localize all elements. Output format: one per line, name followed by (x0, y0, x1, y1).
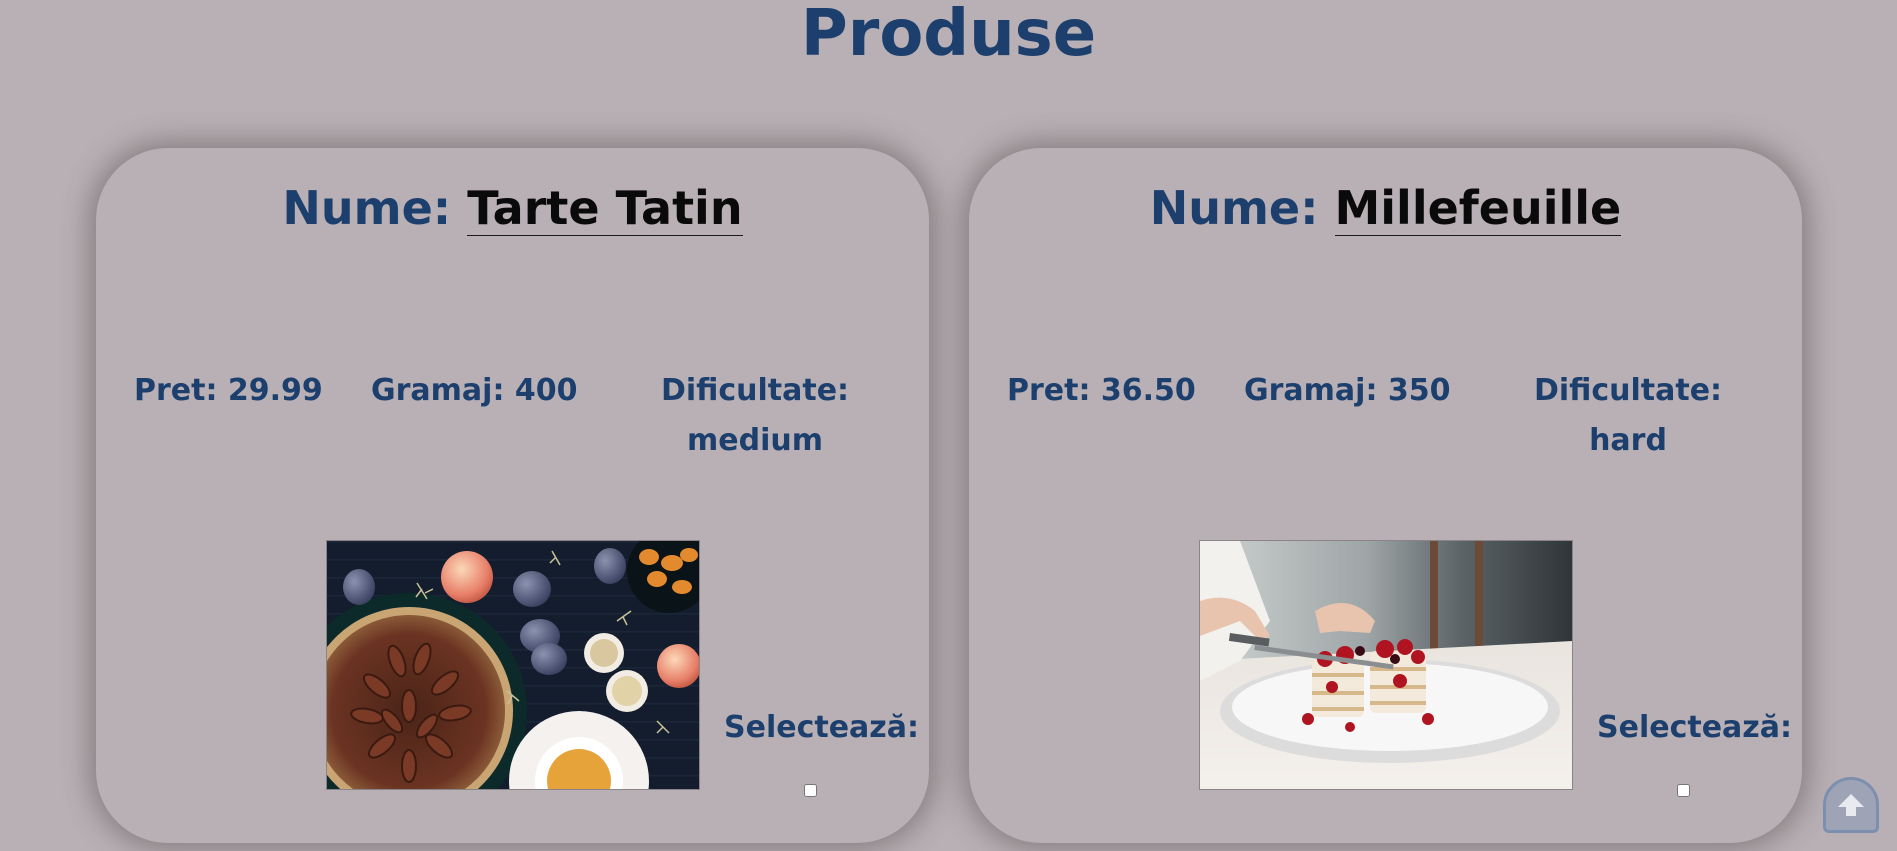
millefeuille-photo-illustration (1200, 541, 1572, 789)
product-difficulty: Dificultate: hard (1503, 366, 1753, 466)
product-difficulty-label: Dificultate: (1533, 373, 1723, 408)
page-title: Produse (800, 0, 1097, 71)
arrow-up-icon (1838, 794, 1864, 816)
product-difficulty-value: hard (1589, 423, 1667, 458)
product-weight: Gramaj: 400 (371, 373, 578, 408)
tarte-tatin-photo-illustration (327, 541, 699, 789)
select-checkbox[interactable] (804, 784, 817, 797)
product-image-millefeuille (1199, 540, 1573, 790)
product-difficulty: Dificultate: medium (630, 366, 880, 466)
products-page: Produse Nume: Tarte Tatin Pret: 29.99 Gr… (0, 0, 1897, 851)
product-card: Nume: Tarte Tatin Pret: 29.99 Gramaj: 40… (96, 148, 929, 843)
product-difficulty-label: Dificultate: (660, 373, 850, 408)
product-image-tarte-tatin (326, 540, 700, 790)
product-name: Millefeuille (1334, 181, 1622, 236)
product-weight: Gramaj: 350 (1244, 373, 1451, 408)
product-name-heading: Nume: Tarte Tatin (96, 178, 929, 238)
back-to-top-button[interactable] (1823, 777, 1879, 833)
product-price: Pret: 36.50 (1007, 373, 1196, 408)
product-name: Tarte Tatin (467, 181, 743, 236)
product-name-heading: Nume: Millefeuille (969, 178, 1802, 238)
product-price: Pret: 29.99 (134, 373, 323, 408)
select-label: Selectează: (1597, 710, 1792, 745)
select-label: Selectează: (724, 710, 919, 745)
product-name-label: Nume: (282, 181, 452, 235)
select-checkbox[interactable] (1677, 784, 1690, 797)
product-name-label: Nume: (1149, 181, 1319, 235)
product-card: Nume: Millefeuille Pret: 36.50 Gramaj: 3… (969, 148, 1802, 843)
product-difficulty-value: medium (687, 423, 823, 458)
